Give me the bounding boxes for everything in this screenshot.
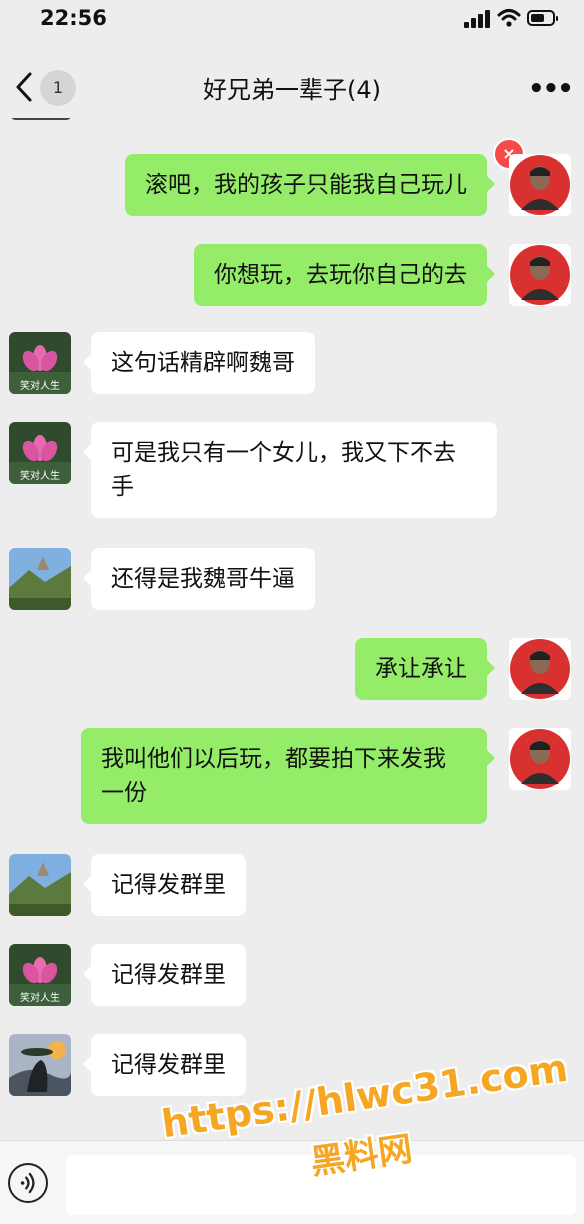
- avatar-landscape[interactable]: [9, 854, 71, 916]
- message-list[interactable]: × 滚吧，我的孩子只能我自己玩儿 你想玩，去玩你自己的去 笑对人生 这句话精辟啊…: [0, 118, 584, 1140]
- message-bubble[interactable]: 记得发群里: [83, 944, 246, 1006]
- message-bubble[interactable]: 你想玩，去玩你自己的去: [194, 244, 495, 306]
- message-row: 记得发群里: [0, 854, 584, 924]
- avatar-lotus[interactable]: 笑对人生: [9, 422, 71, 484]
- chat-title: 好兄弟一辈子(4): [203, 76, 381, 104]
- avatar-sunset[interactable]: [9, 1034, 71, 1096]
- message-row-partial: [0, 118, 584, 128]
- avatar-me[interactable]: [509, 728, 571, 790]
- message-row: 承让承让: [0, 638, 584, 708]
- watermark: https://hlwc31.com 黑料网: [159, 1046, 571, 1190]
- message-row: 笑对人生 可是我只有一个女儿，我又下不去手: [0, 422, 584, 526]
- more-options-icon[interactable]: •••: [528, 74, 574, 104]
- watermark-site-name: 黑料网: [308, 1129, 415, 1183]
- avatar-caption: 笑对人生: [20, 991, 60, 1004]
- message-row: 还得是我魏哥牛逼: [0, 548, 584, 618]
- message-row: 我叫他们以后玩，都要拍下来发我一份: [0, 728, 584, 832]
- avatar-lotus[interactable]: 笑对人生: [9, 944, 71, 1006]
- message-bubble[interactable]: 可是我只有一个女儿，我又下不去手: [83, 422, 497, 518]
- battery-icon: [527, 10, 558, 26]
- cellular-signal-icon: [464, 10, 492, 28]
- message-row: × 滚吧，我的孩子只能我自己玩儿: [0, 138, 584, 222]
- message-bubble[interactable]: 这句话精辟啊魏哥: [83, 332, 315, 394]
- avatar-caption: 笑对人生: [20, 469, 60, 482]
- avatar-me[interactable]: [509, 244, 571, 306]
- message-row: 笑对人生 记得发群里: [0, 944, 584, 1014]
- status-time: 22:56: [40, 6, 107, 30]
- avatar: [10, 118, 72, 120]
- voice-input-icon[interactable]: [8, 1163, 48, 1203]
- wifi-icon: [497, 9, 521, 27]
- message-bubble[interactable]: 承让承让: [355, 638, 495, 700]
- status-bar: 22:56: [0, 0, 584, 44]
- message-row: 你想玩，去玩你自己的去: [0, 242, 584, 312]
- avatar-me[interactable]: [509, 154, 571, 216]
- avatar-lotus[interactable]: 笑对人生: [9, 332, 71, 394]
- avatar-landscape[interactable]: [9, 548, 71, 610]
- avatar-caption: 笑对人生: [20, 379, 60, 392]
- message-row: 笑对人生 这句话精辟啊魏哥: [0, 332, 584, 402]
- avatar-me[interactable]: [509, 638, 571, 700]
- message-bubble[interactable]: 我叫他们以后玩，都要拍下来发我一份: [81, 728, 495, 824]
- message-bubble[interactable]: 滚吧，我的孩子只能我自己玩儿: [125, 154, 495, 216]
- message-bubble[interactable]: 还得是我魏哥牛逼: [83, 548, 315, 610]
- message-bubble[interactable]: 记得发群里: [83, 854, 246, 916]
